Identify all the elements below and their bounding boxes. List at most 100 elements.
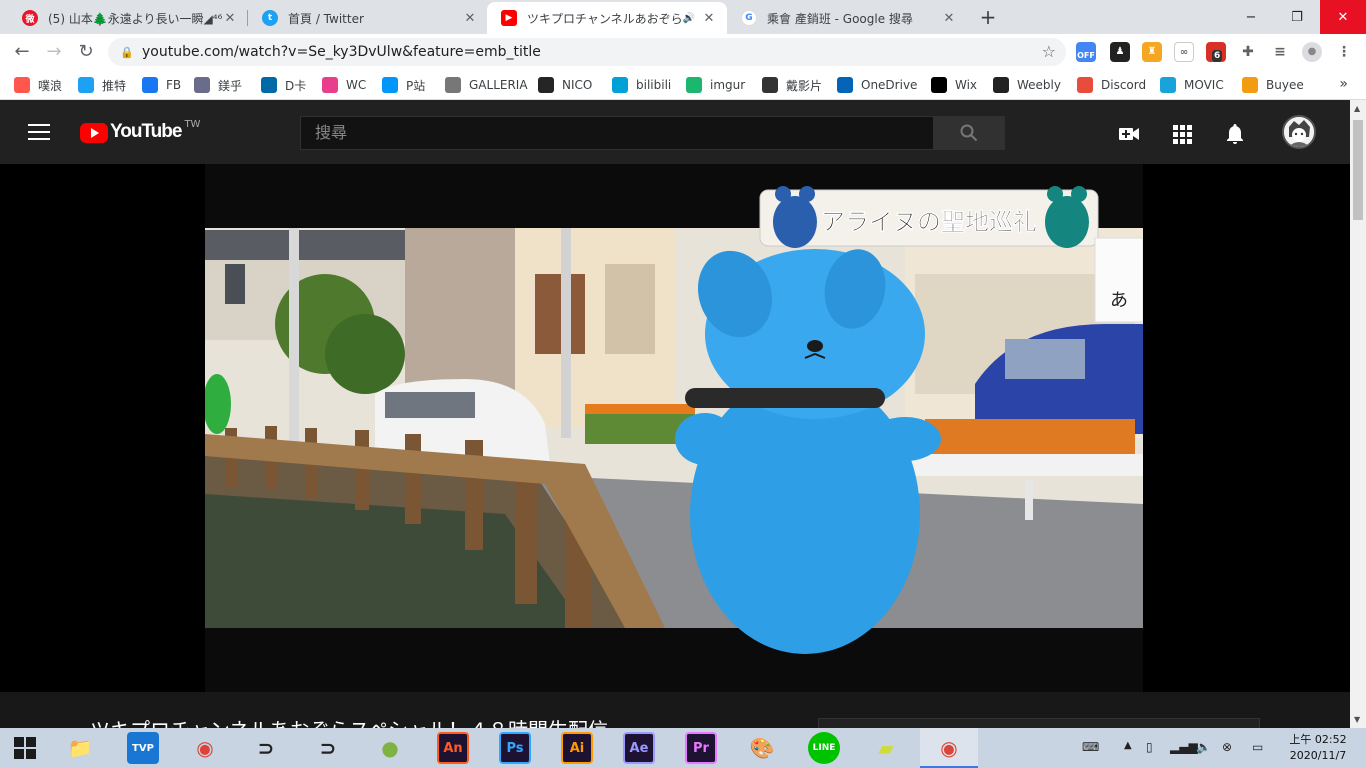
volume-icon[interactable]: 🔈 (1196, 740, 1211, 754)
chrome-menu-icon[interactable]: ⋮ (1334, 42, 1354, 62)
search-input[interactable]: 搜尋 (300, 116, 934, 150)
chrome-active-icon: ◉ (940, 736, 958, 760)
apps-grid-icon[interactable] (1170, 122, 1194, 146)
clip-studio-1-taskbar-button[interactable]: ⊃ (250, 732, 282, 764)
extension-off-icon[interactable]: OFF (1076, 42, 1096, 62)
notes-taskbar-button[interactable]: ▰ (870, 732, 902, 764)
bookmark-wix[interactable]: Wix (931, 76, 977, 94)
reload-icon: ↻ (78, 41, 94, 62)
profile-avatar-icon[interactable]: ● (1302, 42, 1322, 62)
scroll-up-arrow-icon[interactable]: ▲ (1354, 104, 1360, 113)
bookmark-imgur[interactable]: imgur (686, 76, 745, 94)
network-icon[interactable]: ▂▄▆ (1170, 740, 1198, 754)
status-error-icon[interactable]: ⊗ (1222, 740, 1232, 754)
tvp-taskbar-button[interactable]: TVP (127, 732, 159, 764)
tvp-icon: TVP (132, 742, 154, 754)
bookmark-dcard[interactable]: D卡 (261, 76, 306, 94)
start-button[interactable] (0, 728, 50, 768)
paint-taskbar-button[interactable]: 🎨 (746, 732, 778, 764)
bookmark-weebly[interactable]: Weebly (993, 76, 1061, 94)
bookmark-movic[interactable]: MOVIC (1160, 76, 1224, 94)
tab-title: 乘會 產銷班 - Google 搜尋 (767, 11, 913, 26)
reload-button[interactable]: ↻ (74, 40, 98, 64)
device-icon[interactable]: ▯ (1146, 740, 1153, 754)
bookmark-twitter[interactable]: 推特 (78, 76, 126, 94)
tab-youtube[interactable]: ▶ ツキプロチャンネルあおぞら 🔊 ✕ (487, 2, 727, 34)
puzzle-color-extension-icon[interactable]: ♜ (1142, 42, 1162, 62)
bookmark-galleria[interactable]: GALLERIA (445, 76, 528, 94)
close-tab-icon[interactable]: ✕ (941, 11, 957, 26)
line-taskbar-button[interactable]: LINE (808, 732, 840, 764)
after-effects-taskbar-button[interactable]: Ae (623, 732, 655, 764)
google-icon: G (741, 10, 757, 26)
premiere-taskbar-button[interactable]: Pr (685, 732, 717, 764)
bookmark-star-icon[interactable]: ☆ (1042, 42, 1056, 61)
bookmark-video[interactable]: 戴影片 (762, 76, 822, 94)
planet-app-taskbar-button[interactable]: ● (374, 732, 406, 764)
bookmark-plurk[interactable]: 噗浪 (14, 76, 62, 94)
photoshop-taskbar-button[interactable]: Ps (499, 732, 531, 764)
illustrator-taskbar-button[interactable]: Ai (561, 732, 593, 764)
bookmark-label: D卡 (285, 78, 307, 93)
movic-icon (1160, 77, 1176, 93)
video-caption-text: アライヌの聖地巡礼 (821, 208, 1037, 236)
after-effects-icon: Ae (629, 740, 649, 756)
tab-google[interactable]: G 乘會 產銷班 - Google 搜尋 ✕ (727, 2, 967, 34)
video-frame: アライヌの聖地巡礼 あ (205, 164, 1143, 692)
chat-panel[interactable] (818, 718, 1260, 728)
account-avatar[interactable] (1282, 115, 1316, 149)
youtube-logo[interactable]: YouTube TW (80, 119, 200, 145)
notifications-bell-icon[interactable] (1223, 122, 1247, 146)
audio-playing-icon[interactable]: 🔊 (683, 13, 695, 24)
address-bar[interactable]: 🔒 youtube.com/watch?v=Se_ky3DvUlw&featur… (108, 38, 1066, 66)
keyboard-icon[interactable]: ⌨ (1082, 740, 1099, 754)
bookmark-onedrive[interactable]: OneDrive (837, 76, 917, 94)
bookmark-buyee[interactable]: Buyee (1242, 76, 1304, 94)
bookmark-facebook[interactable]: FB (142, 76, 181, 94)
extensions-puzzle-icon[interactable]: ✚ (1238, 42, 1258, 62)
bookmark-label: Wix (955, 78, 978, 92)
scroll-down-arrow-icon[interactable]: ▼ (1354, 715, 1360, 724)
bookmark-label: 推特 (102, 78, 127, 93)
video-player[interactable]: アライヌの聖地巡礼 あ (205, 164, 1143, 692)
clip-studio-2-taskbar-button[interactable]: ⊃ (312, 732, 344, 764)
media-controls-icon[interactable]: ≡ (1270, 42, 1290, 62)
adblock-extension-icon[interactable]: 6 (1206, 42, 1226, 62)
page-scrollbar[interactable]: ▲ ▼ (1350, 100, 1366, 728)
file-explorer-taskbar-button[interactable]: 📁 (64, 732, 96, 764)
extension-off-badge: OFF (1077, 51, 1095, 60)
link-extension-icon[interactable]: ∞ (1174, 42, 1194, 62)
create-video-icon[interactable] (1117, 122, 1141, 146)
bookmark-label: WC (346, 78, 367, 92)
search-button[interactable] (933, 116, 1005, 150)
bookmark-pixiv[interactable]: P站 (382, 76, 425, 94)
chrome-taskbar-button[interactable]: ◉ (189, 732, 221, 764)
bookmark-niconico[interactable]: NICO (538, 76, 592, 94)
tray-expand-icon[interactable]: ▲ (1124, 740, 1132, 751)
maximize-button[interactable]: ❐ (1274, 0, 1320, 34)
system-clock[interactable]: 上午 02:52 2020/11/7 (1282, 732, 1354, 764)
animate-icon: An (443, 740, 463, 756)
animate-taskbar-button[interactable]: An (437, 732, 469, 764)
action-center-icon[interactable]: ▭ (1252, 740, 1263, 754)
tab-weibo[interactable]: 微 (5) 山本🌲永遠より長い一瞬◢⁴⁶ ✕ (8, 2, 248, 34)
menu-icon[interactable] (28, 124, 50, 142)
bookmarks-overflow-button[interactable]: » (1339, 76, 1348, 92)
bookmark-avatar[interactable]: 鎂乎 (194, 76, 242, 94)
chrome-active-taskbar-button[interactable]: ◉ (933, 732, 965, 764)
bookmark-label: Buyee (1266, 78, 1304, 92)
minimize-button[interactable]: − (1228, 0, 1274, 34)
close-tab-icon[interactable]: ✕ (701, 11, 717, 26)
bookmark-bilibili[interactable]: bilibili (612, 76, 671, 94)
close-tab-icon[interactable]: ✕ (462, 11, 478, 26)
new-tab-button[interactable]: + (978, 6, 998, 28)
bookmark-wc[interactable]: WC (322, 76, 366, 94)
bookmark-discord[interactable]: Discord (1077, 76, 1146, 94)
close-tab-icon[interactable]: ✕ (222, 11, 238, 26)
scrollbar-thumb[interactable] (1353, 120, 1363, 220)
close-window-button[interactable]: ✕ (1320, 0, 1366, 34)
ninja-extension-icon[interactable]: ♟ (1110, 42, 1130, 62)
forward-button[interactable]: → (42, 40, 66, 64)
back-button[interactable]: ← (10, 40, 34, 64)
tab-twitter[interactable]: t 首頁 / Twitter ✕ (248, 2, 488, 34)
